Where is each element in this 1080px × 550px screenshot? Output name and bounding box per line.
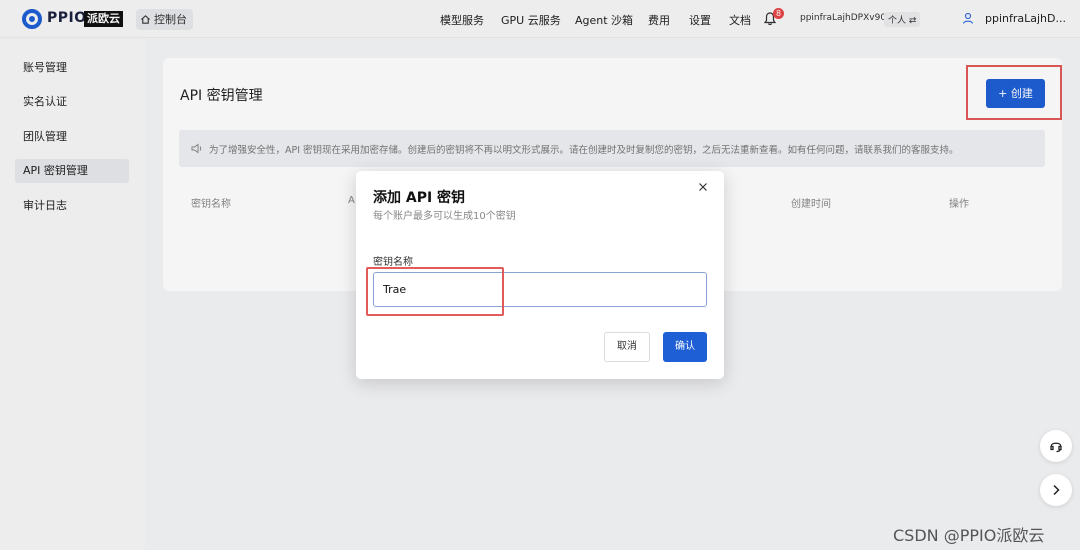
cancel-button[interactable]: 取消	[604, 332, 650, 362]
close-icon[interactable]	[698, 182, 708, 192]
input-highlight	[366, 267, 504, 316]
dialog-subtitle: 每个账户最多可以生成10个密钥	[373, 211, 516, 222]
chevron-right-icon	[1053, 484, 1060, 496]
dialog-title: 添加 API 密钥	[373, 190, 466, 206]
watermark: CSDN @PPIO派欧云	[893, 526, 1045, 545]
expand-button[interactable]	[1040, 474, 1072, 506]
support-button[interactable]	[1040, 430, 1072, 462]
key-name-label: 密钥名称	[373, 257, 413, 268]
headset-icon	[1050, 442, 1062, 453]
confirm-button[interactable]: 确认	[663, 332, 707, 362]
